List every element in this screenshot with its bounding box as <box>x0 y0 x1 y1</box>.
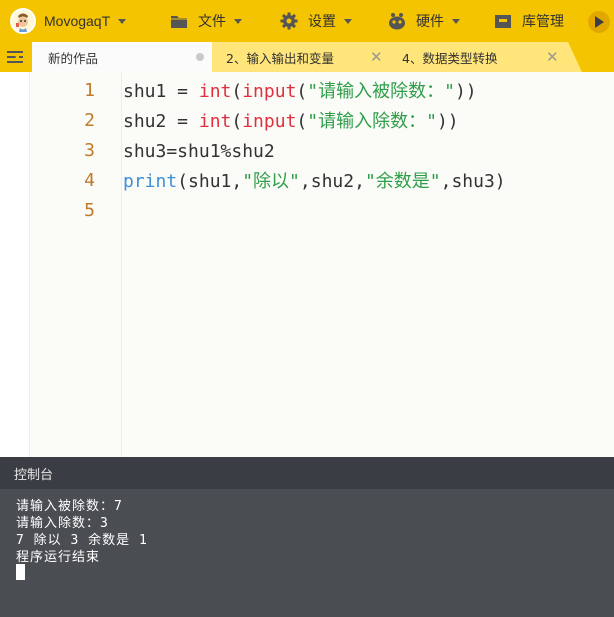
user-menu[interactable]: MovogaqT <box>0 0 155 42</box>
run-button[interactable] <box>588 11 610 33</box>
code-token: input <box>242 111 297 132</box>
unsaved-dot-icon <box>196 53 204 61</box>
code-token: "余数是" <box>364 171 441 192</box>
line-number-gutter: 1 2 3 4 5 <box>30 72 122 457</box>
close-icon[interactable]: ✕ <box>370 48 383 66</box>
line-number: 3 <box>84 140 95 161</box>
code-token: ( <box>296 81 308 102</box>
menu-settings[interactable]: 设置 <box>280 0 352 42</box>
console-title: 控制台 <box>14 467 54 483</box>
sidebar-toggle[interactable] <box>0 42 30 72</box>
close-icon[interactable]: ✕ <box>546 48 559 66</box>
code-token: int <box>198 81 232 102</box>
code-line[interactable]: print(shu1,"除以",shu2,"余数是",shu3) <box>123 167 506 197</box>
code-token: input <box>242 81 297 102</box>
code-token: "请输入被除数：" <box>307 81 455 102</box>
code-token: )) <box>436 111 459 132</box>
code-token: print <box>123 171 178 192</box>
code-line[interactable]: shu3=shu1%shu2 <box>123 137 275 167</box>
chevron-down-icon <box>118 18 127 24</box>
folder-icon <box>170 12 188 30</box>
robot-icon <box>388 12 406 30</box>
menu-library[interactable]: 库管理 <box>494 0 564 42</box>
menu-hardware[interactable]: 硬件 <box>388 0 460 42</box>
console-cursor <box>16 564 25 580</box>
code-token: "请输入除数：" <box>307 111 437 132</box>
code-token: shu3=shu1%shu2 <box>123 141 275 162</box>
console-line: 程序运行结束 <box>16 550 101 565</box>
code-area[interactable]: shu1 = int(input("请输入被除数：")) shu2 = int(i… <box>122 72 614 457</box>
console-output[interactable]: 请输入被除数：7 请输入除数：3 7 除以 3 余数是 1 程序运行结束 <box>0 489 614 617</box>
code-editor[interactable]: 1 2 3 4 5 shu1 = int(input("请输入被除数：")) sh… <box>0 72 614 457</box>
code-token: "除以" <box>242 171 300 192</box>
gear-icon <box>280 12 298 30</box>
tab-label: 新的作品 <box>48 50 99 66</box>
tab-label: 4、数据类型转换 <box>402 50 498 66</box>
chevron-down-icon <box>344 18 352 24</box>
console-header: 控制台 <box>0 457 614 489</box>
menu-hardware-label: 硬件 <box>416 14 444 30</box>
menu-file-label: 文件 <box>198 14 226 30</box>
user-name: MovogaqT <box>44 13 111 29</box>
line-number: 5 <box>84 200 95 221</box>
menu-settings-label: 设置 <box>308 14 336 30</box>
code-token: shu2 = <box>123 111 199 132</box>
play-icon <box>595 16 604 28</box>
code-token: int <box>198 111 232 132</box>
menu-library-label: 库管理 <box>522 14 564 30</box>
tab-input-output[interactable]: 2、输入输出和变量 ✕ <box>212 42 402 72</box>
code-line[interactable]: shu1 = int(input("请输入被除数：")) <box>123 77 477 107</box>
chevron-down-icon <box>452 18 460 24</box>
code-line[interactable]: shu2 = int(input("请输入除数：")) <box>123 107 459 137</box>
menu-list-icon <box>7 51 23 63</box>
code-token: ( <box>231 81 243 102</box>
menu-file[interactable]: 文件 <box>170 0 242 42</box>
line-number: 2 <box>84 110 95 131</box>
tab-new-work[interactable]: 新的作品 <box>32 42 232 72</box>
code-token: )) <box>454 81 477 102</box>
code-token: shu1 = <box>123 81 199 102</box>
tab-data-type[interactable]: 4、数据类型转换 ✕ <box>388 42 582 72</box>
line-number: 4 <box>84 170 95 191</box>
top-menu-bar: MovogaqT 文件 设置 硬件 库管理 <box>0 0 614 42</box>
code-token: ( <box>231 111 243 132</box>
library-icon <box>494 12 512 30</box>
line-number: 1 <box>84 80 95 101</box>
editor-side-strip <box>0 72 30 457</box>
chevron-down-icon <box>234 18 242 24</box>
code-token: ,shu2, <box>299 171 365 192</box>
code-token: ,shu3) <box>440 171 506 192</box>
code-token: (shu1, <box>177 171 243 192</box>
code-token: ( <box>296 111 308 132</box>
tab-bar: 新的作品 2、输入输出和变量 ✕ 4、数据类型转换 ✕ <box>0 42 614 72</box>
tab-label: 2、输入输出和变量 <box>226 50 334 66</box>
avatar <box>10 8 36 34</box>
